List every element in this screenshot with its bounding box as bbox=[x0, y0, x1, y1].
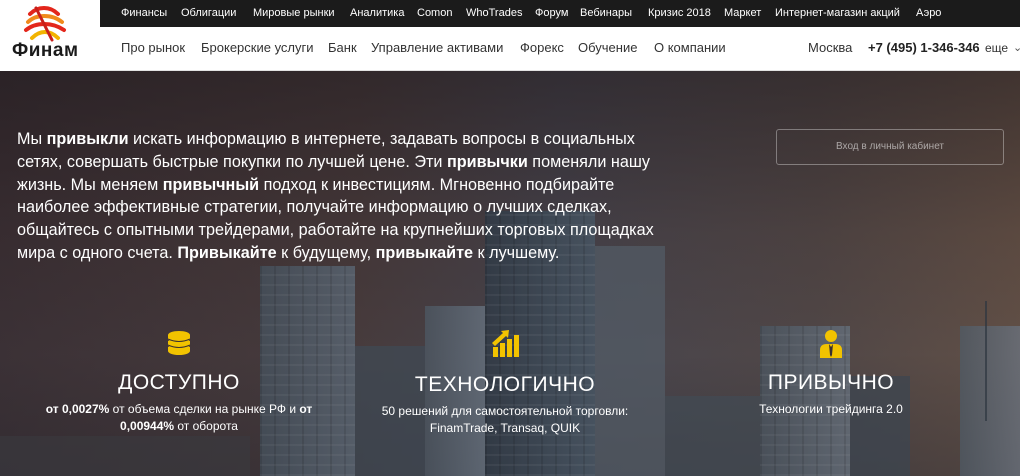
chevron-down-icon: ⌄ bbox=[1013, 42, 1020, 54]
topbar-link-world-markets[interactable]: Мировые рынки bbox=[253, 0, 335, 27]
nav-item-bank[interactable]: Банк bbox=[328, 27, 357, 71]
feature-desc-segment: 50 решений для самостоятельной торговли:… bbox=[381, 404, 629, 435]
intro-text-emphasis: Привыкайте bbox=[177, 243, 277, 262]
nav-item-forex[interactable]: Форекс bbox=[520, 27, 564, 71]
nav-item-asset-management[interactable]: Управление активами bbox=[371, 27, 503, 71]
top-utility-bar: Финансы Облигации Мировые рынки Аналитик… bbox=[100, 0, 1020, 27]
hero-intro-text: Мы привыкли искать информацию в интернет… bbox=[17, 128, 677, 265]
feature-desc-emphasis: от 0,0027% bbox=[45, 402, 110, 416]
topbar-link-analytics[interactable]: Аналитика bbox=[350, 0, 404, 27]
brand-name: Финам bbox=[12, 40, 79, 61]
feature-title: ТЕХНОЛОГИЧНО bbox=[414, 373, 596, 396]
topbar-link-whotrades[interactable]: WhoTrades bbox=[466, 0, 522, 27]
topbar-link-aero[interactable]: Аэро bbox=[916, 0, 941, 27]
businessman-icon bbox=[820, 330, 842, 358]
background-crane bbox=[985, 301, 987, 421]
feature-technological: ТЕХНОЛОГИЧНО 50 решений для самостоятель… bbox=[370, 329, 640, 437]
topbar-link-bonds[interactable]: Облигации bbox=[181, 0, 236, 27]
intro-text-emphasis: привычки bbox=[446, 152, 528, 171]
hero-section: Мы привыкли искать информацию в интернет… bbox=[0, 71, 1020, 476]
topbar-link-forum[interactable]: Форум bbox=[535, 0, 568, 27]
intro-text-segment: к будущему, bbox=[276, 243, 376, 262]
intro-text-emphasis: привычный bbox=[162, 175, 260, 194]
nav-item-brokerage[interactable]: Брокерские услуги bbox=[201, 27, 314, 71]
background-building bbox=[960, 326, 1020, 476]
login-personal-account-button[interactable]: Вход в личный кабинет bbox=[776, 129, 1004, 165]
feature-description: Технологии трейдинга 2.0 bbox=[696, 401, 966, 418]
topbar-link-stock-shop[interactable]: Интернет-магазин акций bbox=[775, 0, 900, 27]
intro-text-emphasis: привыкайте bbox=[375, 243, 474, 262]
intro-text-emphasis: привыкли bbox=[46, 130, 129, 148]
topbar-link-crisis-2018[interactable]: Кризис 2018 bbox=[648, 0, 711, 27]
feature-affordable: ДОСТУПНО от 0,0027% от объема сделки на … bbox=[44, 329, 314, 435]
topbar-link-webinars[interactable]: Вебинары bbox=[580, 0, 632, 27]
more-menu[interactable]: еще bbox=[985, 27, 1008, 71]
main-navigation: Про рынок Брокерские услуги Банк Управле… bbox=[100, 27, 1020, 71]
finam-logo[interactable]: Финам bbox=[0, 0, 100, 71]
growth-chart-icon bbox=[492, 330, 519, 357]
nav-item-about-company[interactable]: О компании bbox=[654, 27, 726, 71]
intro-text-segment: к лучшему. bbox=[473, 243, 560, 262]
feature-title: ДОСТУПНО bbox=[118, 371, 240, 394]
feature-desc-segment: от оборота bbox=[174, 419, 238, 433]
feature-desc-segment: от объема сделки на рынке РФ и bbox=[109, 402, 300, 416]
phone-number[interactable]: +7 (495) 1-346-346 bbox=[868, 27, 980, 71]
topbar-link-comon[interactable]: Comon bbox=[417, 0, 452, 27]
feature-description: 50 решений для самостоятельной торговли:… bbox=[370, 403, 640, 437]
city-selector[interactable]: Москва bbox=[808, 27, 852, 71]
coins-icon bbox=[167, 331, 191, 355]
topbar-link-market[interactable]: Маркет bbox=[724, 0, 761, 27]
feature-title: ПРИВЫЧНО bbox=[767, 371, 895, 394]
feature-desc-segment: Технологии трейдинга 2.0 bbox=[759, 402, 903, 416]
topbar-link-finance[interactable]: Финансы bbox=[121, 0, 167, 27]
intro-text-segment: Мы bbox=[17, 130, 47, 148]
background-building bbox=[0, 436, 250, 476]
feature-description: от 0,0027% от объема сделки на рынке РФ … bbox=[44, 401, 314, 435]
nav-item-education[interactable]: Обучение bbox=[578, 27, 637, 71]
nav-item-about-market[interactable]: Про рынок bbox=[121, 27, 185, 71]
finam-logo-mark-icon bbox=[24, 6, 66, 42]
feature-familiar: ПРИВЫЧНО Технологии трейдинга 2.0 bbox=[696, 329, 966, 418]
